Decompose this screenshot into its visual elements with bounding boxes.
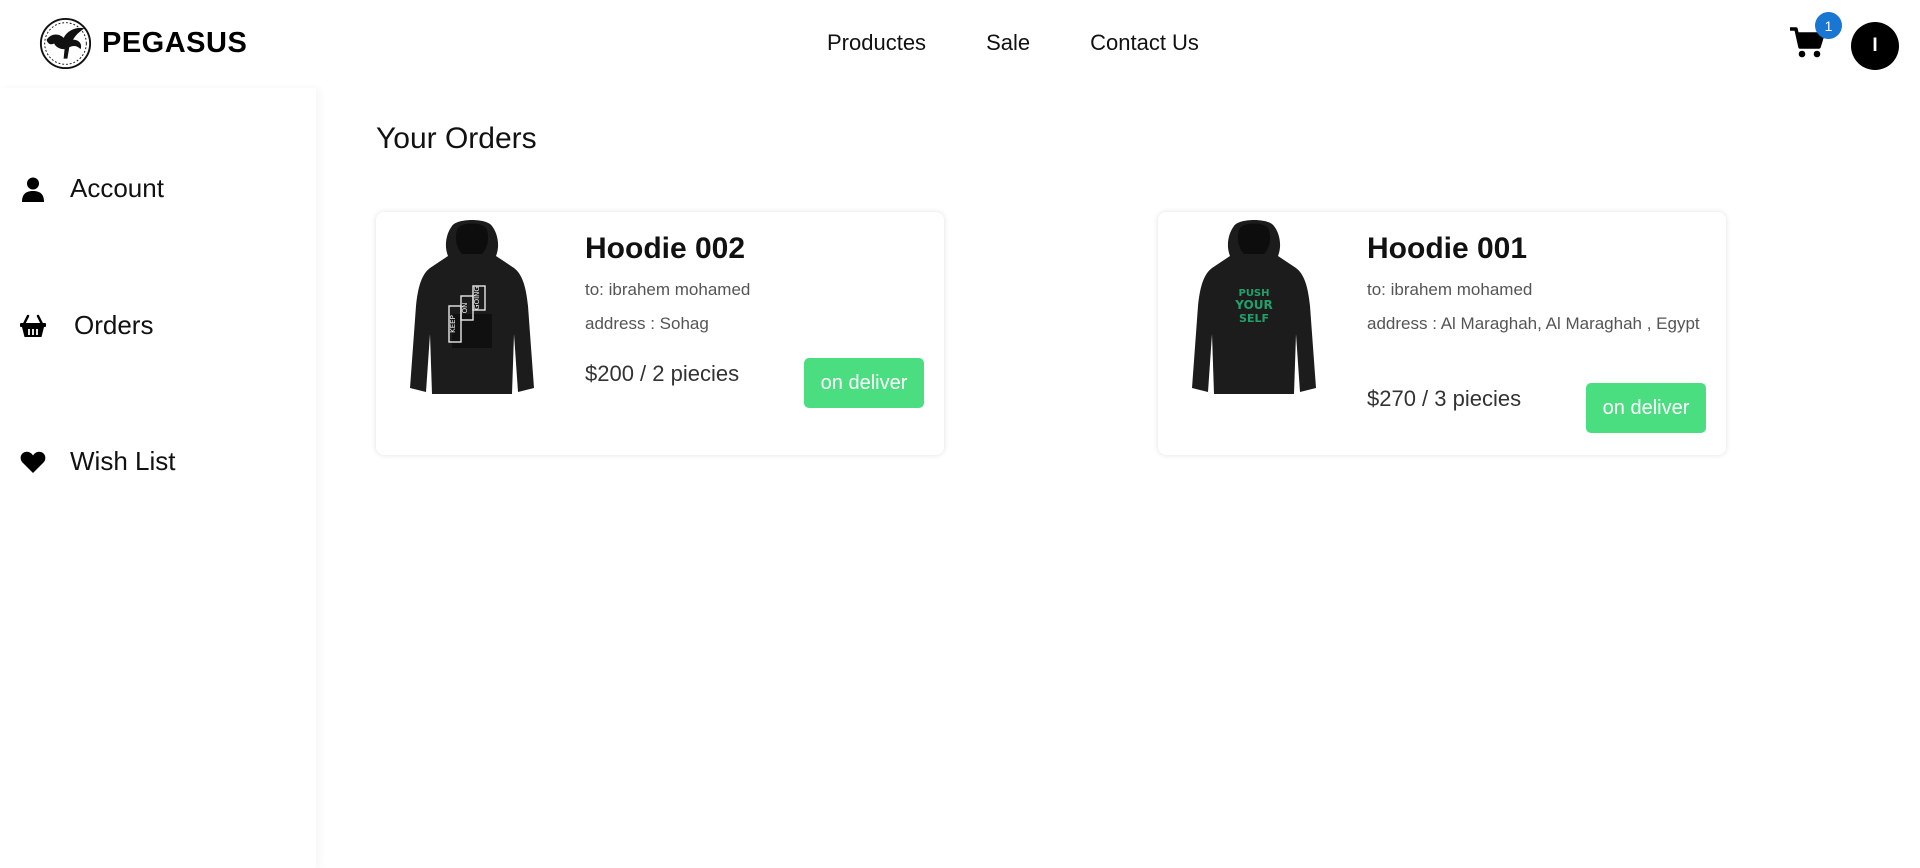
user-icon — [18, 174, 48, 204]
order-product-name: Hoodie 002 — [585, 232, 746, 265]
nav-link-sale[interactable]: Sale — [986, 30, 1030, 56]
sidebar-item-label: Orders — [74, 310, 154, 340]
pegasus-logo-icon — [39, 17, 92, 70]
svg-text:ON: ON — [461, 303, 469, 314]
order-details: Hoodie 002 to: ibrahem mohamed address :… — [585, 232, 925, 336]
order-status-button[interactable]: on deliver — [1586, 383, 1706, 433]
cart-count-badge: 1 — [1815, 12, 1842, 39]
basket-icon — [18, 311, 48, 341]
nav-link-productes[interactable]: Productes — [827, 30, 926, 56]
svg-text:GOING: GOING — [473, 286, 481, 310]
order-address: address : Al Maraghah, Al Maraghah , Egy… — [1367, 314, 1700, 333]
order-details: Hoodie 001 to: ibrahem mohamed address :… — [1367, 232, 1707, 336]
top-header: PEGASUS Productes Sale Contact Us 1 I — [0, 0, 1920, 88]
sidebar-item-account[interactable]: Account — [18, 173, 164, 204]
user-avatar[interactable]: I — [1851, 22, 1899, 70]
sidebar-item-label: Account — [70, 173, 164, 203]
sidebar-item-orders[interactable]: Orders — [18, 310, 153, 341]
svg-text:YOUR: YOUR — [1234, 298, 1272, 312]
cart-button[interactable]: 1 — [1789, 12, 1842, 66]
hoodie-image: PUSH YOUR SELF — [1192, 220, 1316, 394]
page-title: Your Orders — [376, 122, 537, 155]
hoodie-image: KEEP ON GOING — [410, 220, 534, 394]
order-recipient: to: ibrahem mohamed — [585, 280, 751, 299]
brand-logo[interactable]: PEGASUS — [39, 17, 247, 70]
sidebar-item-label: Wish List — [70, 446, 176, 476]
brand-name: PEGASUS — [102, 27, 248, 59]
sidebar-item-wish-list[interactable]: Wish List — [18, 446, 175, 477]
order-card[interactable]: KEEP ON GOING Hoodie 002 to: ibrahem moh… — [376, 212, 944, 455]
order-address: address : Sohag — [585, 314, 709, 333]
order-card[interactable]: PUSH YOUR SELF Hoodie 001 to: ibrahem mo… — [1158, 212, 1726, 455]
svg-text:SELF: SELF — [1239, 312, 1269, 325]
main-nav: Productes Sale Contact Us — [827, 30, 1199, 56]
order-price: $270 / 3 piecies — [1367, 386, 1522, 411]
sidebar: Account Orders Wish List — [0, 88, 316, 868]
svg-text:KEEP: KEEP — [449, 315, 457, 333]
order-recipient: to: ibrahem mohamed — [1367, 280, 1533, 299]
heart-icon — [18, 447, 48, 477]
order-price: $200 / 2 piecies — [585, 361, 740, 386]
order-status-button[interactable]: on deliver — [804, 358, 924, 408]
nav-link-contact-us[interactable]: Contact Us — [1090, 30, 1199, 56]
order-product-name: Hoodie 001 — [1367, 232, 1528, 265]
